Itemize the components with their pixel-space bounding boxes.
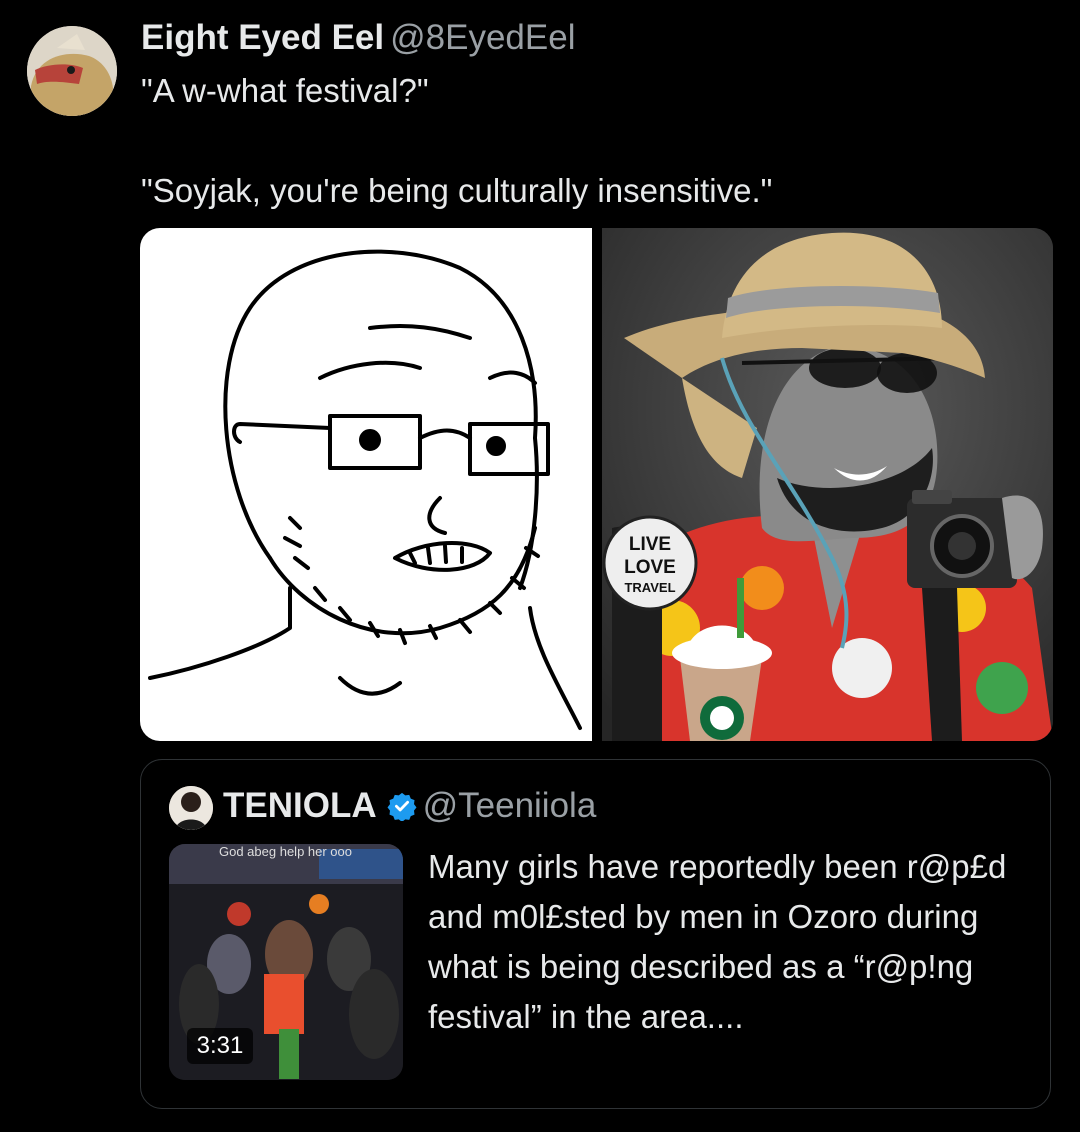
quoted-author-name[interactable]: TENIOLA xyxy=(223,786,377,825)
badge-live: LIVE xyxy=(629,534,671,555)
quoted-tweet[interactable]: TENIOLA @Teeniiola God abeg help her ooo … xyxy=(140,759,1051,1109)
verified-badge-icon xyxy=(387,786,417,834)
tweet-line-1: "A w-what festival?" xyxy=(141,72,429,109)
soyjak-image[interactable] xyxy=(140,228,592,741)
tweet-line-2: "Soyjak, you're being culturally insensi… xyxy=(141,172,773,209)
author-name[interactable]: Eight Eyed Eel xyxy=(141,18,384,57)
author-avatar[interactable] xyxy=(27,26,117,116)
thumbnail-caption: God abeg help her ooo xyxy=(219,844,352,859)
tweet-text: "A w-what festival?" "Soyjak, you're bei… xyxy=(141,66,772,215)
quoted-tweet-text: Many girls have reportedly been r@p£d an… xyxy=(428,848,1007,1035)
badge-love: LOVE xyxy=(624,557,676,578)
quoted-author-avatar[interactable] xyxy=(169,786,213,830)
quoted-video-thumbnail[interactable]: God abeg help her ooo 3:31 xyxy=(169,844,403,1080)
tourist-image[interactable]: LIVE LOVE TRAVEL xyxy=(602,228,1053,741)
quoted-author-handle[interactable]: @Teeniiola xyxy=(423,786,597,825)
author-handle[interactable]: @8EyedEel xyxy=(390,18,575,57)
badge-travel: TRAVEL xyxy=(624,580,675,595)
tweet-media[interactable]: LIVE LOVE TRAVEL xyxy=(140,228,1053,741)
tweet-header: Eight Eyed Eel @8EyedEel xyxy=(141,16,575,60)
video-duration: 3:31 xyxy=(187,1028,253,1064)
quoted-tweet-header: TENIOLA @Teeniiola xyxy=(223,782,596,834)
